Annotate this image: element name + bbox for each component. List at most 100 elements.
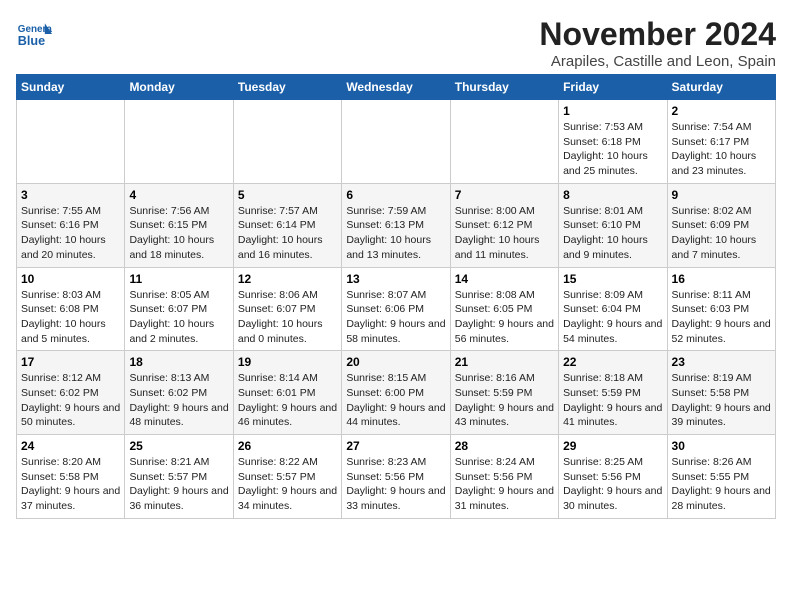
calendar-cell: 30Sunrise: 8:26 AM Sunset: 5:55 PM Dayli…: [667, 435, 775, 519]
calendar-table: SundayMondayTuesdayWednesdayThursdayFrid…: [16, 74, 776, 519]
day-info: Sunrise: 8:13 AM Sunset: 6:02 PM Dayligh…: [129, 371, 228, 430]
day-number: 5: [238, 188, 337, 202]
day-number: 18: [129, 355, 228, 369]
weekday-header-wednesday: Wednesday: [342, 75, 450, 100]
day-info: Sunrise: 8:01 AM Sunset: 6:10 PM Dayligh…: [563, 204, 662, 263]
weekday-header-tuesday: Tuesday: [233, 75, 341, 100]
day-info: Sunrise: 8:16 AM Sunset: 5:59 PM Dayligh…: [455, 371, 554, 430]
weekday-header-thursday: Thursday: [450, 75, 558, 100]
calendar-cell: 2Sunrise: 7:54 AM Sunset: 6:17 PM Daylig…: [667, 100, 775, 184]
calendar-cell: 24 Sunrise: 8:20 AM Sunset: 5:58 PM Dayli…: [17, 435, 125, 519]
day-info: Sunrise: 8:06 AM Sunset: 6:07 PM Dayligh…: [238, 288, 337, 347]
location-subtitle: Arapiles, Castille and Leon, Spain: [539, 53, 776, 70]
day-info: Sunrise: 7:54 AM Sunset: 6:17 PM Dayligh…: [672, 120, 771, 179]
calendar-cell: 23 Sunrise: 8:19 AM Sunset: 5:58 PM Dayli…: [667, 351, 775, 435]
day-info: Sunrise: 8:24 AM Sunset: 5:56 PM Dayligh…: [455, 455, 554, 514]
day-info: Sunrise: 8:14 AM Sunset: 6:01 PM Dayligh…: [238, 371, 337, 430]
day-info: Sunrise: 7:59 AM Sunset: 6:13 PM Dayligh…: [346, 204, 445, 263]
calendar-cell: [342, 100, 450, 184]
day-number: 4: [129, 188, 228, 202]
title-block: November 2024 Arapiles, Castille and Leo…: [539, 16, 776, 70]
day-number: 7: [455, 188, 554, 202]
day-info: Sunrise: 7:53 AM Sunset: 6:18 PM Dayligh…: [563, 120, 662, 179]
day-info: Sunrise: 8:02 AM Sunset: 6:09 PM Dayligh…: [672, 204, 771, 263]
day-info: Sunrise: 8:20 AM Sunset: 5:58 PM Dayligh…: [21, 455, 120, 514]
calendar-cell: 11Sunrise: 8:05 AM Sunset: 6:07 PM Dayli…: [125, 267, 233, 351]
calendar-week-2: 3 Sunrise: 7:55 AM Sunset: 6:16 PM Daylig…: [17, 183, 776, 267]
day-number: 29: [563, 439, 662, 453]
calendar-week-4: 17Sunrise: 8:12 AM Sunset: 6:02 PM Dayli…: [17, 351, 776, 435]
calendar-cell: 25 Sunrise: 8:21 AM Sunset: 5:57 PM Dayli…: [125, 435, 233, 519]
calendar-cell: 20 Sunrise: 8:15 AM Sunset: 6:00 PM Dayli…: [342, 351, 450, 435]
calendar-week-1: 1 Sunrise: 7:53 AM Sunset: 6:18 PM Daylig…: [17, 100, 776, 184]
weekday-header-saturday: Saturday: [667, 75, 775, 100]
day-info: Sunrise: 8:23 AM Sunset: 5:56 PM Dayligh…: [346, 455, 445, 514]
calendar-cell: 19 Sunrise: 8:14 AM Sunset: 6:01 PM Dayli…: [233, 351, 341, 435]
day-number: 28: [455, 439, 554, 453]
day-info: Sunrise: 8:03 AM Sunset: 6:08 PM Dayligh…: [21, 288, 120, 347]
calendar-cell: 27Sunrise: 8:23 AM Sunset: 5:56 PM Dayli…: [342, 435, 450, 519]
day-info: Sunrise: 8:19 AM Sunset: 5:58 PM Dayligh…: [672, 371, 771, 430]
calendar-week-3: 10Sunrise: 8:03 AM Sunset: 6:08 PM Dayli…: [17, 267, 776, 351]
calendar-cell: 28 Sunrise: 8:24 AM Sunset: 5:56 PM Dayli…: [450, 435, 558, 519]
day-info: Sunrise: 8:25 AM Sunset: 5:56 PM Dayligh…: [563, 455, 662, 514]
day-number: 16: [672, 272, 771, 286]
calendar-cell: [450, 100, 558, 184]
calendar-cell: 18 Sunrise: 8:13 AM Sunset: 6:02 PM Dayli…: [125, 351, 233, 435]
day-number: 15: [563, 272, 662, 286]
calendar-cell: 4 Sunrise: 7:56 AM Sunset: 6:15 PM Daylig…: [125, 183, 233, 267]
day-info: Sunrise: 8:11 AM Sunset: 6:03 PM Dayligh…: [672, 288, 771, 347]
calendar-cell: 15 Sunrise: 8:09 AM Sunset: 6:04 PM Dayli…: [559, 267, 667, 351]
day-info: Sunrise: 8:09 AM Sunset: 6:04 PM Dayligh…: [563, 288, 662, 347]
day-info: Sunrise: 8:00 AM Sunset: 6:12 PM Dayligh…: [455, 204, 554, 263]
calendar-cell: 10Sunrise: 8:03 AM Sunset: 6:08 PM Dayli…: [17, 267, 125, 351]
day-info: Sunrise: 7:55 AM Sunset: 6:16 PM Dayligh…: [21, 204, 120, 263]
day-number: 6: [346, 188, 445, 202]
day-number: 1: [563, 104, 662, 118]
weekday-header-sunday: Sunday: [17, 75, 125, 100]
calendar-cell: [17, 100, 125, 184]
weekday-header-friday: Friday: [559, 75, 667, 100]
day-number: 9: [672, 188, 771, 202]
calendar-cell: 12Sunrise: 8:06 AM Sunset: 6:07 PM Dayli…: [233, 267, 341, 351]
day-number: 26: [238, 439, 337, 453]
calendar-header: SundayMondayTuesdayWednesdayThursdayFrid…: [17, 75, 776, 100]
page-header: General Blue November 2024 Arapiles, Cas…: [16, 16, 776, 70]
day-info: Sunrise: 8:18 AM Sunset: 5:59 PM Dayligh…: [563, 371, 662, 430]
calendar-cell: 6 Sunrise: 7:59 AM Sunset: 6:13 PM Daylig…: [342, 183, 450, 267]
calendar-cell: 7 Sunrise: 8:00 AM Sunset: 6:12 PM Daylig…: [450, 183, 558, 267]
day-info: Sunrise: 8:21 AM Sunset: 5:57 PM Dayligh…: [129, 455, 228, 514]
calendar-cell: [233, 100, 341, 184]
day-number: 3: [21, 188, 120, 202]
day-number: 8: [563, 188, 662, 202]
day-number: 21: [455, 355, 554, 369]
day-number: 11: [129, 272, 228, 286]
calendar-cell: 1 Sunrise: 7:53 AM Sunset: 6:18 PM Daylig…: [559, 100, 667, 184]
calendar-cell: 13 Sunrise: 8:07 AM Sunset: 6:06 PM Dayli…: [342, 267, 450, 351]
calendar-cell: 26Sunrise: 8:22 AM Sunset: 5:57 PM Dayli…: [233, 435, 341, 519]
day-number: 30: [672, 439, 771, 453]
day-info: Sunrise: 8:08 AM Sunset: 6:05 PM Dayligh…: [455, 288, 554, 347]
svg-text:Blue: Blue: [18, 34, 45, 48]
day-number: 14: [455, 272, 554, 286]
day-number: 23: [672, 355, 771, 369]
day-number: 22: [563, 355, 662, 369]
day-info: Sunrise: 7:57 AM Sunset: 6:14 PM Dayligh…: [238, 204, 337, 263]
calendar-cell: 3 Sunrise: 7:55 AM Sunset: 6:16 PM Daylig…: [17, 183, 125, 267]
calendar-cell: 22 Sunrise: 8:18 AM Sunset: 5:59 PM Dayli…: [559, 351, 667, 435]
day-number: 24: [21, 439, 120, 453]
calendar-cell: [125, 100, 233, 184]
calendar-week-5: 24 Sunrise: 8:20 AM Sunset: 5:58 PM Dayli…: [17, 435, 776, 519]
day-info: Sunrise: 8:15 AM Sunset: 6:00 PM Dayligh…: [346, 371, 445, 430]
day-number: 13: [346, 272, 445, 286]
weekday-header-monday: Monday: [125, 75, 233, 100]
day-info: Sunrise: 8:07 AM Sunset: 6:06 PM Dayligh…: [346, 288, 445, 347]
calendar-cell: 17Sunrise: 8:12 AM Sunset: 6:02 PM Dayli…: [17, 351, 125, 435]
day-number: 19: [238, 355, 337, 369]
calendar-cell: 21 Sunrise: 8:16 AM Sunset: 5:59 PM Dayli…: [450, 351, 558, 435]
calendar-cell: 29 Sunrise: 8:25 AM Sunset: 5:56 PM Dayli…: [559, 435, 667, 519]
day-number: 25: [129, 439, 228, 453]
day-number: 20: [346, 355, 445, 369]
calendar-cell: 16 Sunrise: 8:11 AM Sunset: 6:03 PM Dayli…: [667, 267, 775, 351]
day-info: Sunrise: 7:56 AM Sunset: 6:15 PM Dayligh…: [129, 204, 228, 263]
